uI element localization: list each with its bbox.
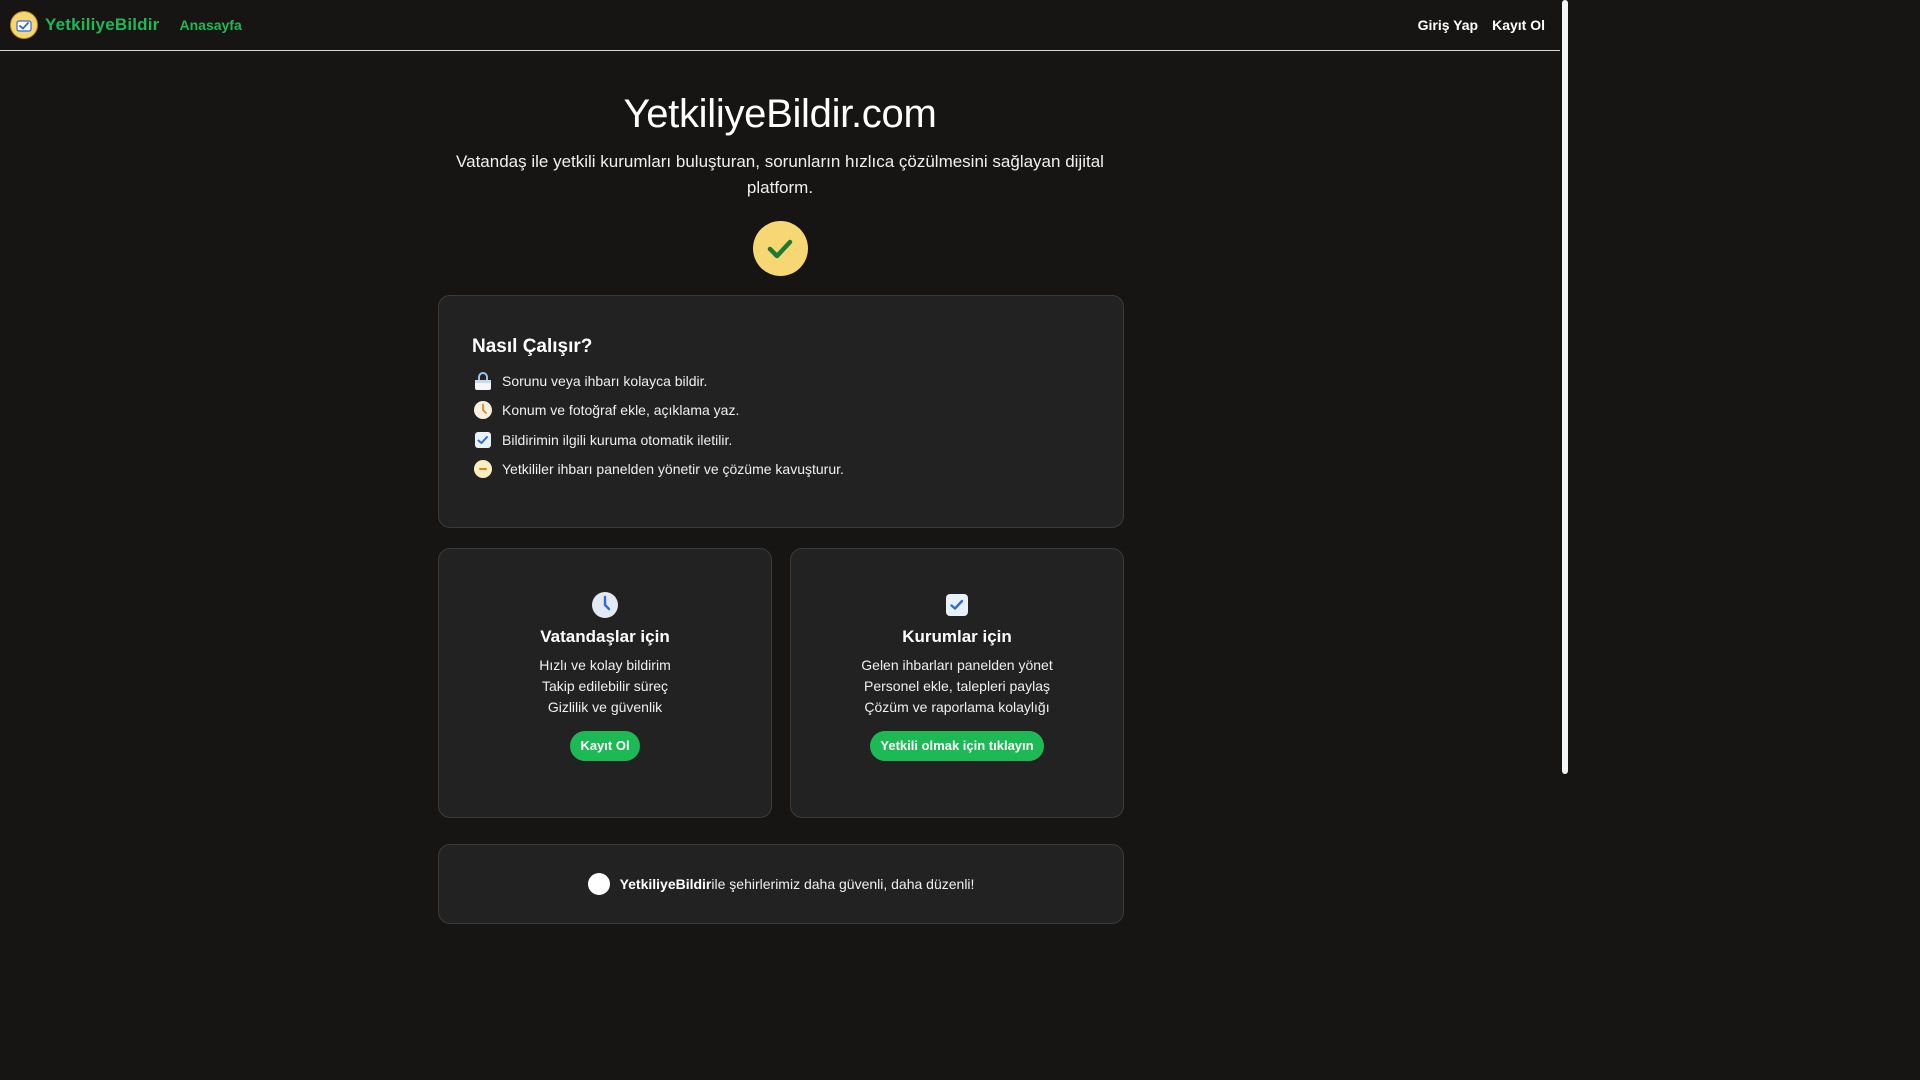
lock-icon [473,371,493,391]
scrollbar-thumb[interactable] [1562,0,1568,774]
clock-icon [591,591,619,619]
navbar: YetkiliyeBildir Anasayfa Giriş Yap Kayıt… [0,0,1560,51]
brand-link[interactable]: YetkiliyeBildir [10,11,160,39]
check-icon [752,221,808,276]
how-it-works-card: Nasıl Çalışır? Sorunu veya ihbarı kolayc… [438,295,1124,528]
footer-tagline: YetkiliyeBildir ile şehirlerimiz daha gü… [587,873,975,895]
list-item: Çözüm ve raporlama kolaylığı [864,699,1050,715]
institutions-card: Kurumlar için Gelen ihbarları panelden y… [790,548,1124,818]
footer-card: YetkiliyeBildir ile şehirlerimiz daha gü… [438,844,1124,924]
step-text: Yetkililer ihbarı panelden yönetir ve çö… [502,461,844,478]
footer-brand: YetkiliyeBildir [619,876,712,892]
login-link[interactable]: Giriş Yap [1418,17,1478,33]
hero-subtitle: Vatandaş ile yetkili kurumları buluştura… [456,152,1104,197]
brand-logo-icon [10,11,38,39]
become-authority-button[interactable]: Yetkili olmak için tıklayın [870,731,1044,761]
list-item: Gizlilik ve güvenlik [547,699,663,715]
scrollbar-track[interactable] [1560,0,1568,882]
step-item: Yetkililer ihbarı panelden yönetir ve çö… [472,455,1090,485]
info-icon [587,873,610,895]
citizens-card: Vatandaşlar için Hızlı ve kolay bildirim… [438,548,772,818]
footer-text: ile şehirlerimiz daha güvenli, daha düze… [711,876,975,892]
step-item: Bildirimin ilgili kuruma otomatik iletil… [472,425,1090,455]
clock-icon [473,400,493,420]
minus-circle-icon [473,459,493,479]
nav-auth-links: Giriş Yap Kayıt Ol [1418,17,1550,33]
list-item: Hızlı ve kolay bildirim [539,657,671,673]
nav-home-link[interactable]: Anasayfa [180,17,242,33]
citizens-title: Vatandaşlar için [540,627,670,646]
how-it-works-title: Nasıl Çalışır? [472,336,593,357]
list-item: Gelen ihbarları panelden yönet [861,657,1053,673]
step-item: Konum ve fotoğraf ekle, açıklama yaz. [472,396,1090,426]
register-button[interactable]: Kayıt Ol [570,731,640,761]
step-item: Sorunu veya ihbarı kolayca bildir. [472,366,1090,396]
step-text: Konum ve fotoğraf ekle, açıklama yaz. [502,402,740,419]
citizens-benefits: Hızlı ve kolay bildirim Takip edilebilir… [439,655,771,718]
step-text: Sorunu veya ihbarı kolayca bildir. [502,372,708,389]
institutions-benefits: Gelen ihbarları panelden yönet Personel … [791,655,1123,718]
brand-name: YetkiliyeBildir [45,15,160,34]
institutions-title: Kurumlar için [902,627,1012,646]
hero-section: YetkiliyeBildir.com Vatandaş ile yetkili… [0,92,1560,276]
step-text: Bildirimin ilgili kuruma otomatik iletil… [502,431,733,448]
list-item: Takip edilebilir süreç [541,678,669,694]
page-title: YetkiliyeBildir.com [623,92,937,136]
check-box-icon [943,591,971,619]
register-link[interactable]: Kayıt Ol [1492,17,1545,33]
check-box-icon [473,430,493,450]
list-item: Personel ekle, talepleri paylaş [864,678,1050,694]
